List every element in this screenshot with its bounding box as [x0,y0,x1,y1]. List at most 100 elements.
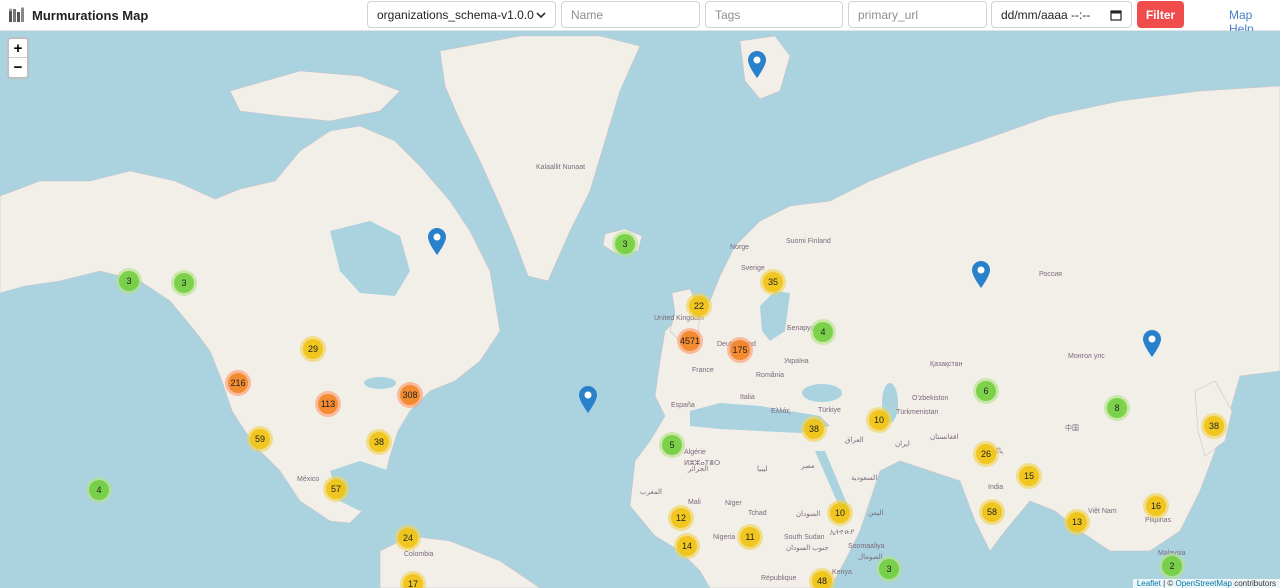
cluster-marker[interactable]: 13 [1064,509,1090,535]
tags-input-placeholder: Tags [715,7,741,22]
tags-input[interactable]: Tags [705,1,843,28]
cluster-marker[interactable]: 4 [810,319,836,345]
cluster-count: 59 [250,429,270,449]
cluster-marker[interactable]: 59 [247,426,273,452]
cluster-count: 24 [398,528,418,548]
cluster-marker[interactable]: 175 [727,337,753,363]
cluster-marker[interactable]: 4571 [677,328,703,354]
cluster-count: 5 [662,435,682,455]
cluster-count: 38 [1204,416,1224,436]
map-place-label: Kenya [832,569,852,576]
cluster-marker[interactable]: 8 [1104,395,1130,421]
zoom-in-button[interactable]: + [9,39,27,58]
cluster-count: 26 [976,444,996,464]
cluster-marker[interactable]: 3 [116,268,142,294]
leaflet-link[interactable]: Leaflet [1137,579,1161,588]
map-place-label: Nigeria [713,534,736,541]
cluster-count: 15 [1019,466,1039,486]
cluster-marker[interactable]: 113 [315,391,341,417]
cluster-count: 3 [879,559,899,579]
osm-link[interactable]: OpenStreetMap [1175,579,1231,588]
cluster-marker[interactable]: 3 [876,556,902,582]
map-place-label: افغانستان [930,434,959,441]
map-place-label: Kalaallit Nunaat [536,164,586,171]
cluster-count: 113 [318,394,338,414]
cluster-marker[interactable]: 57 [323,476,349,502]
map-place-label: République [761,575,797,582]
cluster-marker[interactable]: 26 [973,441,999,467]
cluster-marker[interactable]: 48 [809,568,835,588]
date-input[interactable]: dd/mm/aaaa --:-- [991,1,1132,28]
map-marker-icon[interactable] [972,261,990,288]
map-place-label: 中国 [1065,425,1079,432]
map-place-label: ليبيا [757,466,768,473]
cluster-count: 3 [174,273,194,293]
north-america-landmass [0,125,501,524]
cluster-marker[interactable]: 10 [866,407,892,433]
cluster-count: 10 [830,503,850,523]
cluster-count: 38 [804,419,824,439]
cluster-count: 16 [1146,496,1166,516]
map-marker-icon[interactable] [579,386,597,413]
map-marker-icon[interactable] [748,51,766,78]
map-place-label: العراق [845,437,864,444]
cluster-marker[interactable]: 308 [397,382,423,408]
cluster-marker[interactable]: 14 [674,533,700,559]
schema-select[interactable]: organizations_schema-v1.0.0 [367,1,556,28]
map-place-label: France [692,367,714,374]
cluster-marker[interactable]: 3 [171,270,197,296]
map-marker-icon[interactable] [1143,330,1161,357]
calendar-icon[interactable] [1110,9,1122,21]
cluster-marker[interactable]: 58 [979,499,1005,525]
cluster-count: 48 [812,571,832,588]
cluster-marker[interactable]: 22 [686,293,712,319]
map-place-label: South Sudan [784,534,825,541]
filter-button[interactable]: Filter [1137,1,1184,28]
zoom-out-button[interactable]: − [9,58,27,77]
world-map[interactable]: + − 3 3 29 216 113 308 59 38 57 4 24 17 3 22 35 4571 175… [0,31,1280,588]
eurasia-africa-landmass [629,85,1280,588]
cluster-count: 57 [326,479,346,499]
cluster-marker[interactable]: 35 [760,269,786,295]
cluster-count: 12 [671,508,691,528]
map-place-label: Tchad [748,510,767,517]
cluster-marker[interactable]: 29 [300,336,326,362]
cluster-count: 11 [740,527,760,547]
map-place-label: اليمن [868,510,884,517]
map-marker-icon[interactable] [428,228,446,255]
cluster-marker[interactable]: 216 [225,370,251,396]
map-place-label: España [671,402,695,409]
cluster-count: 35 [763,272,783,292]
brand[interactable]: Murmurations Map [8,5,148,25]
cluster-count: 175 [730,340,750,360]
cluster-marker[interactable]: 38 [1201,413,1227,439]
cluster-count: 216 [228,373,248,393]
map-place-label: Türkmenistan [896,409,939,416]
primary-url-input[interactable]: primary_url [848,1,987,28]
cluster-count: 58 [982,502,1002,522]
name-input[interactable]: Name [561,1,700,28]
cluster-count: 17 [403,574,423,588]
cluster-marker[interactable]: 10 [827,500,853,526]
attribution-separator: | © [1160,579,1176,588]
cluster-count: 4571 [680,331,700,351]
primary-url-placeholder: primary_url [858,7,919,22]
map-place-label: Қазақстан [930,361,963,368]
cluster-marker[interactable]: 5 [659,432,685,458]
map-place-label: المغرب [640,489,662,496]
cluster-marker[interactable]: 38 [366,429,392,455]
map-place-label: O'zbekiston [912,395,949,402]
cluster-marker[interactable]: 2 [1159,553,1185,579]
cluster-marker[interactable]: 38 [801,416,827,442]
cluster-marker[interactable]: 3 [612,231,638,257]
cluster-marker[interactable]: 11 [737,524,763,550]
cluster-marker[interactable]: 4 [86,477,112,503]
cluster-marker[interactable]: 15 [1016,463,1042,489]
cluster-marker[interactable]: 16 [1143,493,1169,519]
cluster-count: 308 [400,385,420,405]
zoom-control: + − [7,37,29,79]
cluster-marker[interactable]: 24 [395,525,421,551]
cluster-marker[interactable]: 12 [668,505,694,531]
cluster-marker[interactable]: 6 [973,378,999,404]
name-input-placeholder: Name [571,7,604,22]
